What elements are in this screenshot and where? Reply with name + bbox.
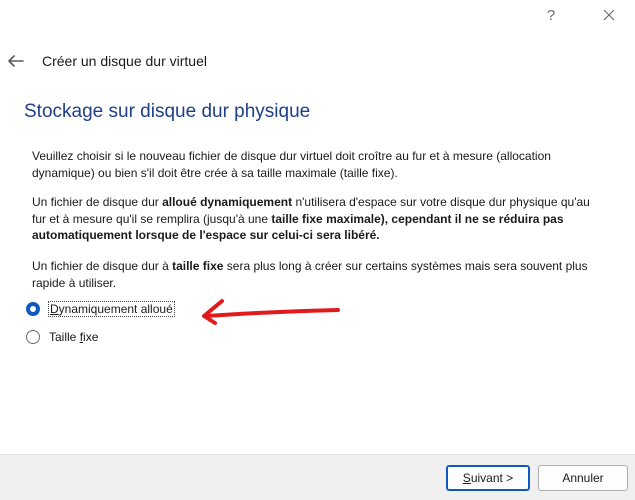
title-bar: ? (0, 0, 635, 32)
help-button[interactable]: ? (536, 0, 566, 30)
close-icon (603, 9, 615, 21)
page-title: Stockage sur disque dur physique (24, 101, 311, 122)
close-button[interactable] (594, 0, 624, 30)
radio-label-fixed[interactable]: Taille fixe (49, 330, 98, 344)
radio-dynamic-allocation[interactable]: Dynamiquement alloué (26, 301, 175, 317)
description-paragraph-2: Un fichier de disque dur alloué dynamiqu… (32, 195, 590, 242)
radio-button-selected[interactable] (26, 302, 40, 316)
next-button[interactable]: Suivant > (446, 465, 530, 491)
back-arrow-icon[interactable] (6, 53, 26, 69)
radio-fixed-size[interactable]: Taille fixe (26, 330, 98, 344)
description-paragraph-3: Un fichier de disque dur à taille fixe s… (32, 259, 588, 290)
button-bar: Suivant > Annuler (0, 454, 635, 500)
description-paragraph-1: Veuillez choisir si le nouveau fichier d… (32, 149, 551, 180)
wizard-title: Créer un disque dur virtuel (42, 53, 207, 69)
red-arrow-head (202, 299, 224, 325)
radio-label-dynamic[interactable]: Dynamiquement alloué (48, 301, 175, 317)
red-arrow-annotation (205, 308, 340, 318)
radio-button-unselected[interactable] (26, 330, 40, 344)
wizard-header: Créer un disque dur virtuel (0, 44, 635, 78)
cancel-button[interactable]: Annuler (538, 465, 628, 491)
